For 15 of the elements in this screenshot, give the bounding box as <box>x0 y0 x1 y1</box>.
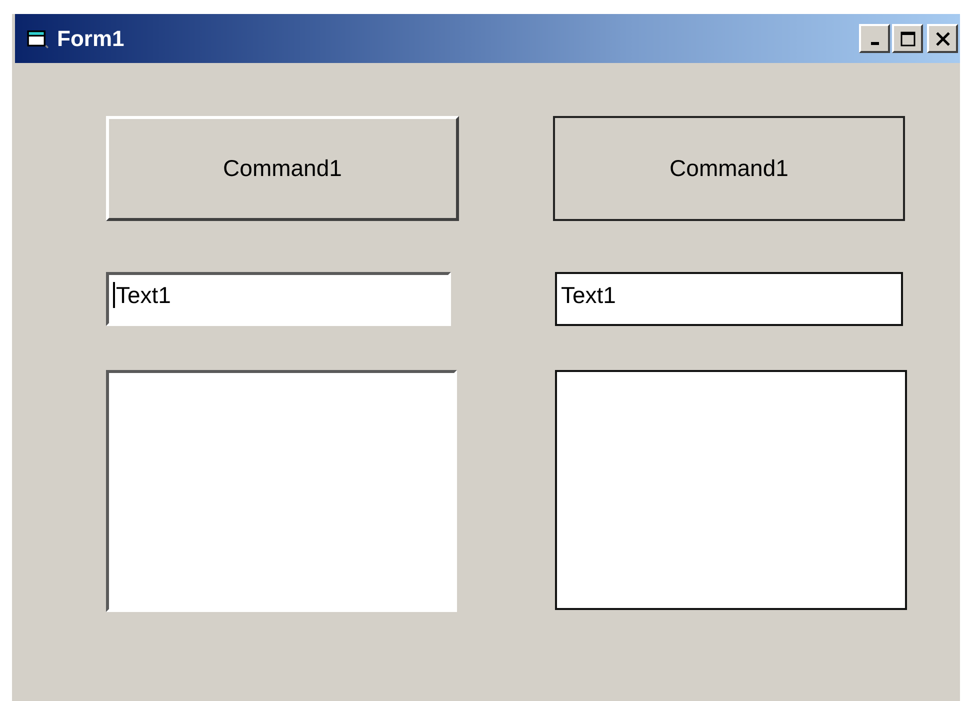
maximize-icon <box>900 30 916 46</box>
multiline-text-box[interactable] <box>106 370 457 612</box>
close-button[interactable] <box>927 24 958 53</box>
text-box[interactable]: Text1 <box>555 272 903 326</box>
window-title: Form1 <box>57 26 126 52</box>
command-button[interactable]: Command1 <box>106 116 459 221</box>
command-button[interactable]: Command1 <box>553 116 905 221</box>
minimize-button[interactable] <box>859 24 890 53</box>
maximize-button[interactable] <box>892 24 923 53</box>
minimize-icon <box>870 42 878 45</box>
multiline-text-box[interactable] <box>555 370 907 610</box>
close-icon <box>934 30 950 46</box>
form-icon <box>27 28 49 48</box>
text-box[interactable]: Text1 <box>106 272 451 326</box>
text-cursor <box>113 282 115 308</box>
